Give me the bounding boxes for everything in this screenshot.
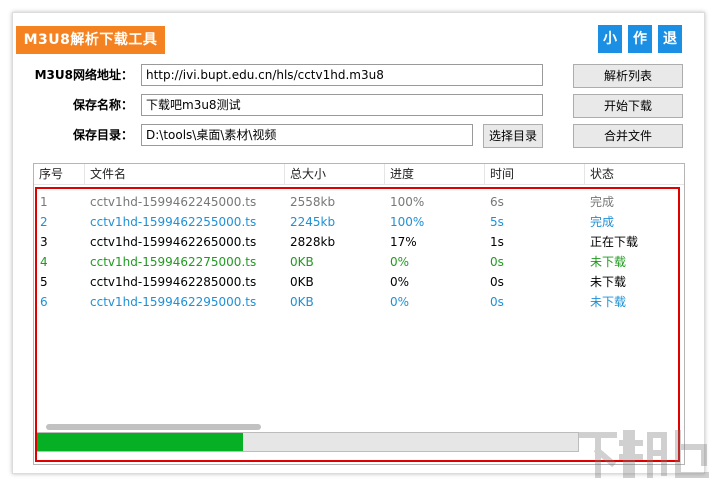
row-time: 5s [490,215,504,229]
app-title: M3U8解析下载工具 [16,26,165,54]
parse-list-button[interactable]: 解析列表 [573,64,683,88]
row-time: 6s [490,195,504,209]
row-progress: 0% [390,295,410,309]
row-progress: 100% [390,195,425,209]
list-header: 序号 文件名 总大小 进度 时间 状态 [34,164,684,185]
row-size: 2558kb [290,195,336,209]
save-dir-input[interactable]: D:\tools\桌面\素材\视频 [141,124,473,146]
row-size: 0KB [290,255,314,269]
scrollbar-thumb[interactable] [46,424,261,430]
save-name-label: 保存名称： [72,98,133,112]
row-time: 0s [490,255,504,269]
row-status: 未下载 [590,275,627,289]
row-index: 3 [40,235,48,249]
table-row[interactable]: 1 cctv1hd-1599462245000.ts 2558kb 100% 6s 完成 [34,192,684,212]
choose-dir-button[interactable]: 选择目录 [483,124,543,148]
url-input[interactable]: http://ivi.bupt.edu.cn/hls/cctv1hd.m3u8 [141,64,543,86]
row-index: 6 [40,295,48,309]
row-size: 0KB [290,295,314,309]
row-filename: cctv1hd-1599462295000.ts [90,295,257,309]
save-dir-label: 保存目录： [72,128,133,142]
row-filename: cctv1hd-1599462285000.ts [90,275,257,289]
url-label: M3U8网络地址： [34,68,133,82]
progress-fill [37,433,243,451]
row-status: 完成 [590,215,615,229]
minimize-button[interactable]: 小 [598,25,622,53]
row-status: 完成 [590,195,615,209]
row-index: 5 [40,275,48,289]
watermark-logo [579,430,709,478]
row-size: 2828kb [290,235,336,249]
merge-files-button[interactable]: 合并文件 [573,124,683,148]
table-row[interactable]: 6 cctv1hd-1599462295000.ts 0KB 0% 0s 未下载 [34,292,684,312]
table-row[interactable]: 5 cctv1hd-1599462285000.ts 0KB 0% 0s 未下载 [34,272,684,292]
row-time: 1s [490,235,504,249]
row-progress: 0% [390,255,410,269]
row-index: 1 [40,195,48,209]
exit-button[interactable]: 退 [658,25,682,53]
row-time: 0s [490,275,504,289]
col-size-header[interactable]: 总大小 [284,164,384,184]
download-progress-bar [36,432,579,452]
row-status: 正在下载 [590,235,639,249]
row-filename: cctv1hd-1599462275000.ts [90,255,257,269]
table-row[interactable]: 2 cctv1hd-1599462255000.ts 2245kb 100% 5s 完成 [34,212,684,232]
row-index: 2 [40,215,48,229]
row-progress: 17% [390,235,417,249]
row-size: 2245kb [290,215,336,229]
row-status: 未下载 [590,255,627,269]
table-row[interactable]: 3 cctv1hd-1599462265000.ts 2828kb 17% 1s 正在下载 [34,232,684,252]
col-filename-header[interactable]: 文件名 [84,164,284,184]
download-list[interactable]: 序号 文件名 总大小 进度 时间 状态 1 cctv1hd-15994622450… [33,163,685,465]
col-index-header[interactable]: 序号 [34,164,84,184]
col-status-header[interactable]: 状态 [584,164,684,184]
row-progress: 100% [390,215,425,229]
row-progress: 0% [390,275,410,289]
row-status: 未下载 [590,295,627,309]
row-size: 0KB [290,275,314,289]
main-window: M3U8解析下载工具 小 作 退 M3U8网络地址： http://ivi.bu… [12,12,705,474]
col-progress-header[interactable]: 进度 [384,164,484,184]
table-row[interactable]: 4 cctv1hd-1599462275000.ts 0KB 0% 0s 未下载 [34,252,684,272]
row-filename: cctv1hd-1599462265000.ts [90,235,257,249]
col-time-header[interactable]: 时间 [484,164,584,184]
row-filename: cctv1hd-1599462255000.ts [90,215,257,229]
row-index: 4 [40,255,48,269]
row-time: 0s [490,295,504,309]
row-filename: cctv1hd-1599462245000.ts [90,195,257,209]
save-name-input[interactable]: 下载吧m3u8测试 [141,94,543,116]
start-download-button[interactable]: 开始下载 [573,94,683,118]
horizontal-scrollbar[interactable] [36,423,591,431]
author-button[interactable]: 作 [628,25,652,53]
